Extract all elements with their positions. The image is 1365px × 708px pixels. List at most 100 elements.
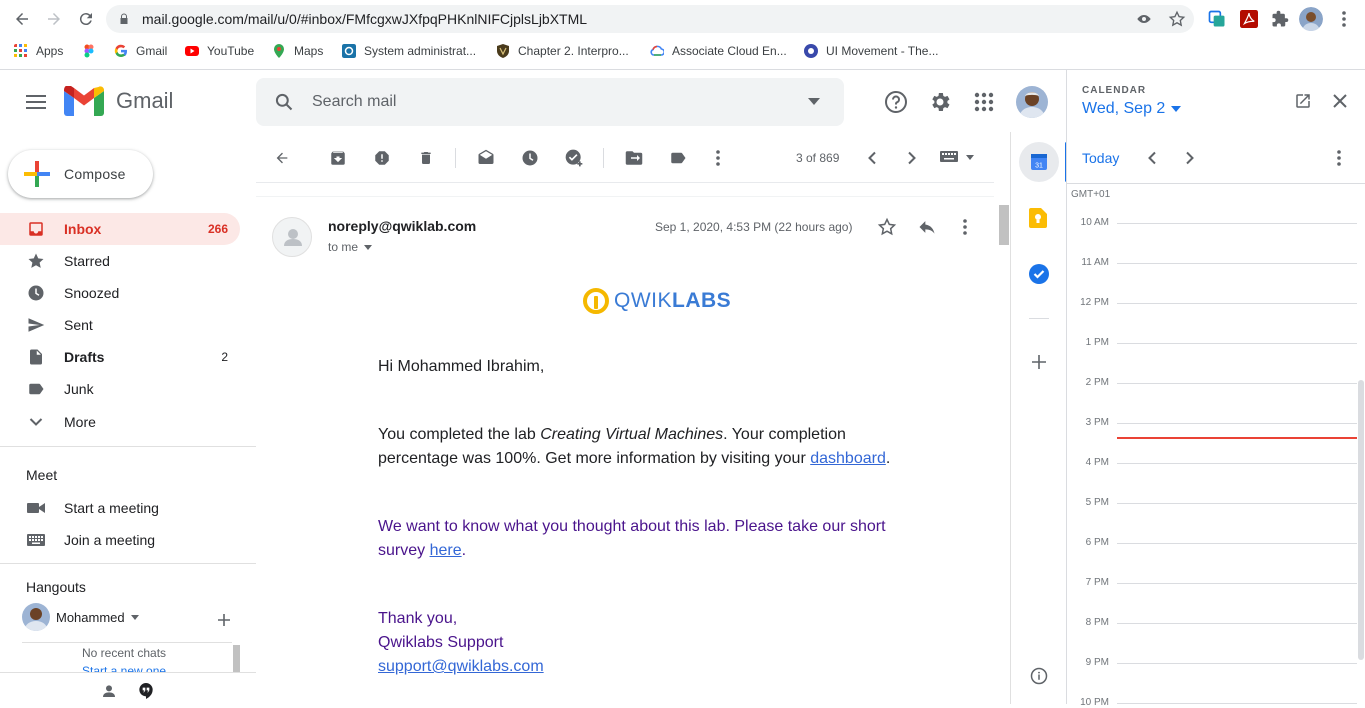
forward-icon[interactable] (42, 7, 66, 31)
search-input[interactable] (312, 90, 752, 114)
prev-day-chevron-icon[interactable] (1147, 151, 1157, 165)
search-options-icon[interactable] (808, 98, 820, 106)
hour-label: 12 PM (1080, 297, 1109, 308)
delete-trash-icon[interactable] (414, 146, 438, 170)
email-greeting: Hi Mohammed Ibrahim, (378, 358, 545, 375)
info-icon[interactable] (1030, 667, 1048, 685)
search-bar[interactable] (256, 78, 844, 126)
add-to-tasks-icon[interactable] (562, 146, 586, 170)
sidebar-item-snoozed[interactable]: Snoozed (0, 277, 240, 309)
shield-icon (497, 44, 509, 58)
chevron-down-icon (26, 412, 46, 432)
bookmark-system-admin[interactable]: System administrat... (342, 42, 476, 60)
puzzle-icon[interactable] (1268, 7, 1292, 31)
bookmark-star-icon[interactable] (1168, 10, 1186, 28)
current-time-indicator (1117, 437, 1357, 439)
sidebar-item-inbox[interactable]: Inbox 266 (0, 213, 240, 245)
message-more-icon[interactable] (963, 219, 973, 235)
sidebar-item-starred[interactable]: Starred (0, 245, 240, 277)
sidebar-item-sent[interactable]: Sent (0, 309, 240, 341)
today-button[interactable]: Today (1082, 150, 1119, 166)
sidebar-item-more[interactable]: More (0, 406, 240, 438)
youtube-icon (185, 46, 199, 56)
bookmark-gmail[interactable]: Gmail (114, 42, 167, 60)
hangouts-scrollbar[interactable] (233, 645, 240, 672)
coursera-icon (342, 44, 356, 58)
snooze-clock-icon[interactable] (518, 146, 542, 170)
hour-gridline (1117, 423, 1357, 424)
hangouts-avatar[interactable] (22, 603, 50, 631)
bookmark-ui-movement[interactable]: UI Movement - The... (804, 42, 938, 60)
start-new-chat-link[interactable]: Start a new one (82, 664, 166, 672)
calendar-addon-icon[interactable]: 31 (1019, 142, 1059, 182)
main-menu-icon[interactable] (16, 82, 56, 122)
message-scrollbar[interactable] (999, 205, 1009, 245)
archive-icon[interactable] (326, 146, 350, 170)
start-meeting-link[interactable]: Start a meeting (0, 492, 240, 524)
more-actions-icon[interactable] (706, 146, 730, 170)
profile-avatar[interactable] (1299, 7, 1323, 31)
new-chat-plus-icon[interactable] (214, 610, 234, 630)
keep-addon-icon[interactable] (1029, 208, 1047, 228)
help-icon[interactable] (876, 82, 916, 122)
star-message-icon[interactable] (877, 217, 897, 237)
support-email-link[interactable]: support@qwiklabs.com (378, 658, 544, 675)
browser-menu-icon[interactable] (1332, 7, 1356, 31)
older-chevron-right-icon[interactable] (900, 146, 924, 170)
calendar-date-picker[interactable]: Wed, Sep 2 (1082, 100, 1182, 118)
join-meeting-link[interactable]: Join a meeting (0, 524, 240, 556)
caret-down-icon (130, 615, 139, 620)
bookmark-youtube[interactable]: YouTube (185, 42, 254, 60)
close-panel-icon[interactable] (1332, 93, 1348, 109)
dashboard-link[interactable]: dashboard (810, 450, 886, 467)
caret-down-icon (364, 244, 373, 250)
settings-gear-icon[interactable] (920, 82, 960, 122)
hangouts-chat-icon[interactable] (138, 682, 154, 700)
bookmark-chapter2[interactable]: Chapter 2. Interpro... (496, 42, 629, 60)
bookmark-maps[interactable]: Maps (272, 42, 323, 60)
reply-icon[interactable] (917, 217, 937, 237)
calendar-more-icon[interactable] (1337, 150, 1341, 166)
hour-gridline (1117, 463, 1357, 464)
gmail-m-icon (64, 86, 104, 116)
uimovement-icon (804, 44, 818, 58)
bookmark-cloud-engineer[interactable]: Associate Cloud En... (650, 42, 787, 60)
gmail-logo[interactable]: Gmail (64, 86, 173, 116)
next-day-chevron-icon[interactable] (1185, 151, 1195, 165)
caret-down-icon (1171, 106, 1182, 112)
open-in-new-tab-icon[interactable] (1294, 92, 1312, 110)
extension-sync-icon[interactable] (1205, 7, 1229, 31)
hour-label: 5 PM (1085, 497, 1109, 508)
hour-label: 10 PM (1080, 697, 1109, 708)
reload-icon[interactable] (74, 7, 98, 31)
back-icon[interactable] (10, 7, 34, 31)
address-bar[interactable]: mail.google.com/mail/u/0/#inbox/FMfcgxwJ… (106, 5, 1194, 33)
search-icon[interactable] (274, 92, 294, 112)
report-spam-icon[interactable] (370, 146, 394, 170)
pdf-extension-icon[interactable] (1237, 7, 1261, 31)
toolbar-divider (455, 148, 456, 168)
sidebar-item-drafts[interactable]: Drafts 2 (0, 341, 240, 373)
compose-button[interactable]: Compose (8, 150, 153, 198)
bookmark-apps[interactable]: Apps (14, 42, 63, 60)
calendar-scrollbar[interactable] (1358, 380, 1364, 660)
bookmark-figma[interactable] (82, 42, 104, 60)
get-addons-plus-icon[interactable] (1029, 352, 1049, 372)
contacts-person-icon[interactable] (101, 683, 117, 699)
sidebar-item-junk[interactable]: Junk (0, 373, 240, 405)
newer-chevron-left-icon[interactable] (860, 146, 884, 170)
back-to-inbox-icon[interactable] (270, 146, 294, 170)
tasks-addon-icon[interactable] (1029, 264, 1049, 284)
recipient-details[interactable]: to me (328, 240, 373, 254)
labels-icon[interactable] (666, 146, 690, 170)
hangouts-user-menu[interactable]: Mohammed (56, 610, 139, 625)
email-signature: Thank you, Qwiklabs Support support@qwik… (378, 610, 544, 675)
move-to-icon[interactable] (622, 146, 646, 170)
eye-slash-icon[interactable] (1136, 11, 1152, 27)
input-tools-toggle[interactable] (940, 150, 974, 164)
sender-avatar (272, 217, 312, 257)
mark-unread-icon[interactable] (474, 146, 498, 170)
account-avatar[interactable] (1016, 86, 1048, 118)
google-apps-icon[interactable] (964, 82, 1004, 122)
survey-link[interactable]: here (430, 542, 462, 559)
